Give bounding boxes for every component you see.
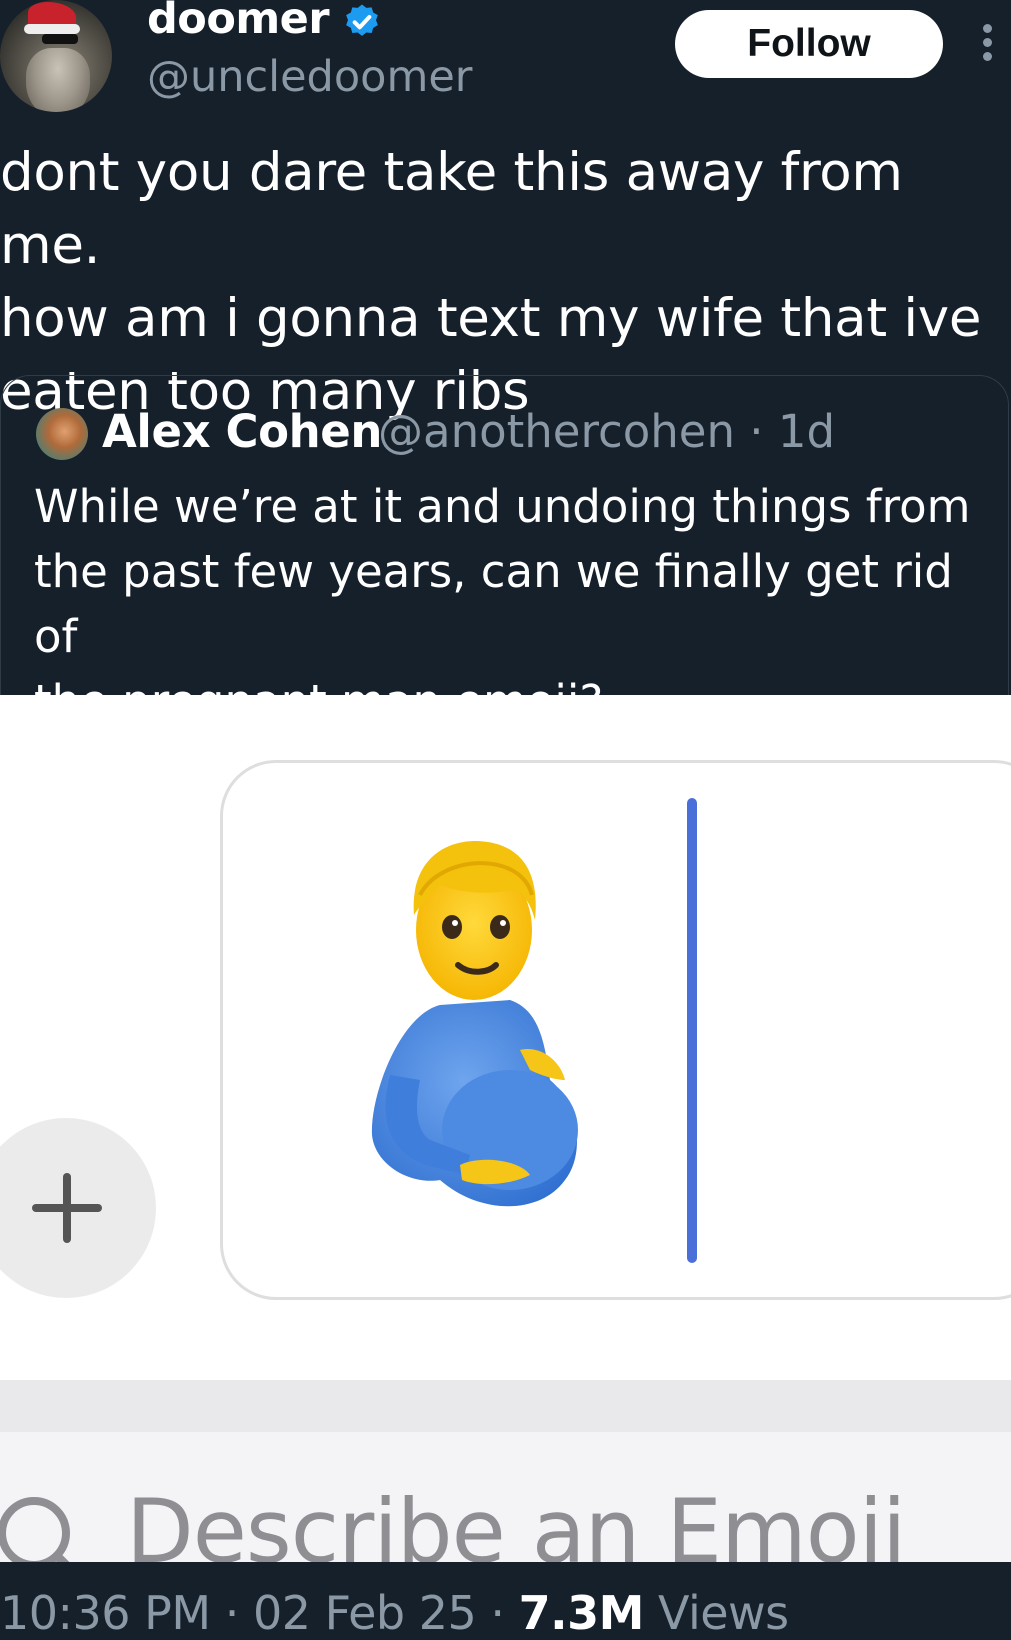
timestamp[interactable]: 10:36 PM · 02 Feb 25 ·	[0, 1586, 519, 1640]
views-count: 7.3M	[518, 1586, 645, 1640]
quoted-author-avatar	[36, 408, 88, 460]
quoted-text-line: the past few years, can we finally get r…	[34, 545, 953, 663]
more-options-icon[interactable]	[977, 24, 997, 64]
follow-button[interactable]: Follow	[675, 10, 943, 78]
tweet-text-line: dont you dare take this away from me.	[0, 142, 903, 276]
message-input-box	[220, 760, 1011, 1300]
views-label: Views	[643, 1586, 789, 1640]
quoted-author-name: Alex Cohen	[102, 405, 382, 458]
author-display-name[interactable]: doomer	[147, 0, 330, 44]
tweet-text-line: how am i gonna text my wife that ive	[0, 288, 982, 349]
verified-badge-icon	[346, 4, 378, 36]
author-handle[interactable]: @uncledoomer	[147, 52, 472, 102]
pregnant-man-emoji-icon	[371, 840, 578, 1207]
quoted-text-line: While we’re at it and undoing things fro…	[34, 480, 971, 533]
text-cursor	[687, 798, 697, 1263]
quoted-author-handle-time: @anothercohen · 1d	[378, 405, 836, 458]
author-avatar[interactable]	[0, 0, 112, 112]
tweet-meta: 10:36 PM · 02 Feb 25 · 7.3M Views	[0, 1586, 789, 1640]
